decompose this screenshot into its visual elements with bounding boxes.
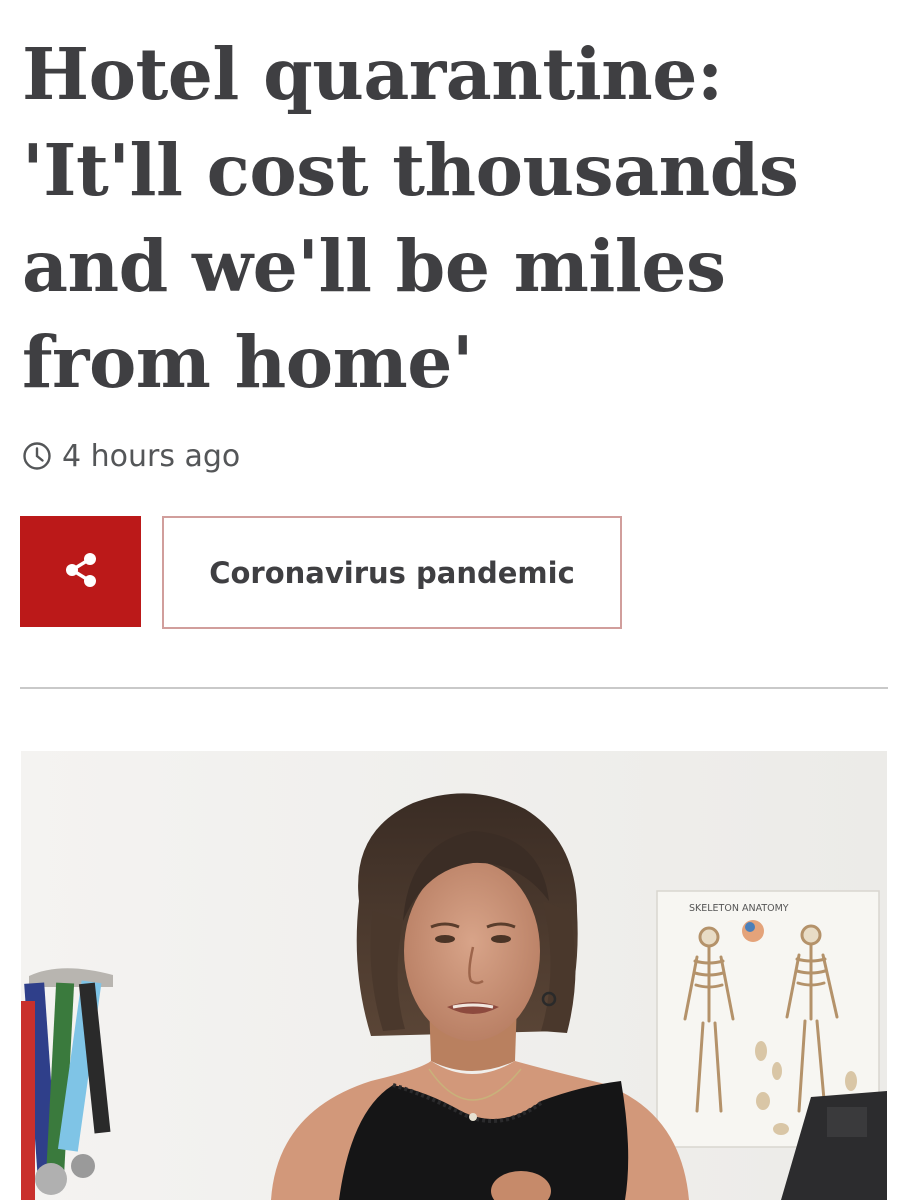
article-lead-image: SKELETON ANATOMY (21, 751, 887, 1200)
divider (20, 687, 888, 689)
article-timestamp: 4 hours ago (22, 434, 240, 478)
share-icon (61, 550, 101, 594)
poster-title: SKELETON ANATOMY (689, 903, 789, 914)
timestamp-text: 4 hours ago (62, 438, 241, 474)
share-button[interactable] (20, 516, 141, 627)
article-headline: Hotel quarantine: 'It'll cost thousands … (22, 32, 799, 404)
clock-icon (22, 441, 52, 471)
topic-link-button[interactable]: Coronavirus pandemic (162, 516, 622, 629)
topic-label: Coronavirus pandemic (209, 555, 575, 590)
